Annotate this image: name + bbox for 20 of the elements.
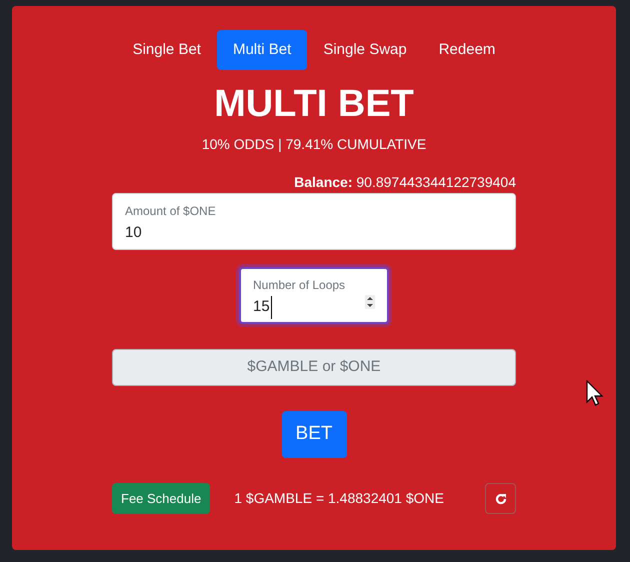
tab[interactable]: Single Bet <box>116 30 217 70</box>
field-value: 10 <box>125 223 143 243</box>
refresh-button[interactable] <box>485 483 516 514</box>
loops-field[interactable]: Number of Loops 15 <box>239 267 389 324</box>
tab[interactable]: Single Swap <box>307 30 423 70</box>
field-label: Number of Loops <box>253 277 346 294</box>
spinner-icon[interactable] <box>365 295 375 309</box>
bet-button[interactable]: BET <box>282 411 346 458</box>
balance-text: Balance: 90.897443344122739404 <box>294 173 516 191</box>
tab[interactable]: Multi Bet <box>216 30 308 70</box>
mouse-cursor-icon <box>586 380 605 407</box>
odds-text: 10% ODDS | 79.41% CUMULATIVE <box>202 135 426 154</box>
amount-field[interactable]: Amount of $ONE 10 <box>112 193 516 250</box>
fee-schedule-button[interactable]: Fee Schedule <box>112 483 210 514</box>
field-label: Amount of $ONE <box>125 203 217 220</box>
field-value: 15 <box>253 296 272 318</box>
page-title: MULTI BET <box>214 82 414 127</box>
refresh-icon <box>494 492 506 504</box>
exchange-rate-text: 1 $GAMBLE = 1.48832401 $ONE <box>234 489 444 508</box>
tab[interactable]: Redeem <box>422 30 512 70</box>
